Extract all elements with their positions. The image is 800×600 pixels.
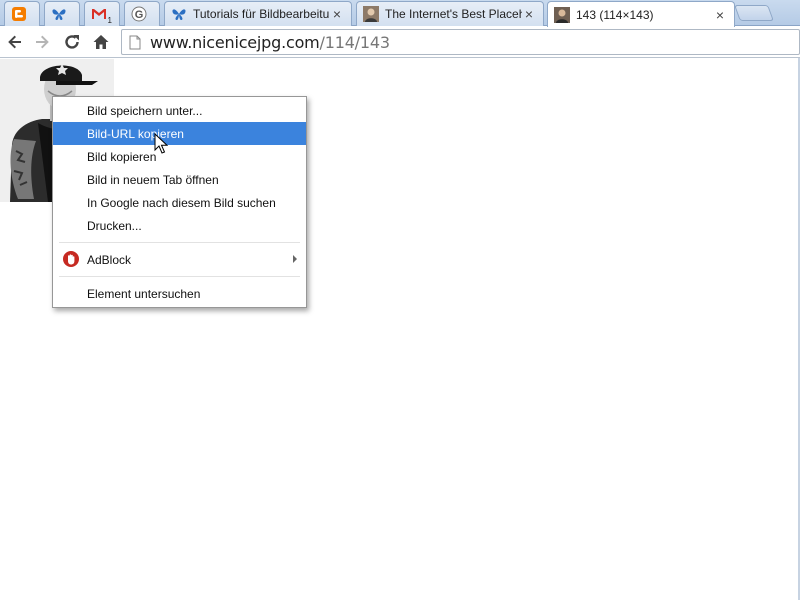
address-bar[interactable]: www.nicenicejpg.com/114/143 bbox=[121, 29, 800, 55]
menu-item-copy-image[interactable]: Bild kopieren bbox=[53, 145, 306, 168]
tab-blogger[interactable] bbox=[4, 1, 40, 26]
forward-button[interactable] bbox=[31, 31, 53, 53]
menu-item-print[interactable]: Drucken... bbox=[53, 214, 306, 237]
close-icon[interactable]: × bbox=[330, 7, 344, 21]
blogger-icon bbox=[11, 6, 27, 22]
page-icon bbox=[128, 34, 142, 50]
home-button[interactable] bbox=[90, 31, 112, 53]
menu-item-label: AdBlock bbox=[87, 252, 132, 267]
back-button[interactable] bbox=[4, 31, 26, 53]
svg-text:G: G bbox=[135, 9, 144, 21]
menu-item-label: In Google nach diesem Bild suchen bbox=[87, 195, 276, 210]
menu-separator bbox=[59, 242, 300, 243]
butterfly-icon bbox=[171, 6, 187, 22]
close-icon[interactable]: × bbox=[522, 7, 536, 21]
url-path: /114/143 bbox=[319, 32, 390, 52]
arrow-right-icon bbox=[36, 35, 49, 49]
tab-google[interactable]: G bbox=[124, 1, 160, 26]
menu-item-label: Bild kopieren bbox=[87, 149, 157, 164]
menu-item-label: Bild-URL kopieren bbox=[87, 126, 184, 141]
url-text: www.nicenicejpg.com/114/143 bbox=[150, 33, 390, 52]
menu-item-inspect-element[interactable]: Element untersuchen bbox=[53, 282, 306, 305]
menu-item-save-image[interactable]: Bild speichern unter... bbox=[53, 99, 306, 122]
adblock-icon bbox=[63, 251, 79, 267]
url-host: www.nicenicejpg.com bbox=[150, 32, 320, 52]
menu-item-label: Bild in neuem Tab öffnen bbox=[87, 172, 219, 187]
tab-butterfly[interactable] bbox=[44, 1, 80, 26]
butterfly-icon bbox=[51, 6, 67, 22]
tab-title: 143 (114×143) bbox=[576, 7, 654, 22]
close-icon[interactable]: × bbox=[713, 8, 727, 22]
submenu-arrow-icon bbox=[293, 255, 297, 263]
tab-strip: 1 G Tutorials für Bildbearbeitu × The In… bbox=[0, 0, 800, 27]
reload-button[interactable] bbox=[61, 31, 83, 53]
menu-item-label: Bild speichern unter... bbox=[87, 103, 203, 118]
menu-item-adblock[interactable]: AdBlock bbox=[53, 248, 306, 271]
tab-gmail[interactable]: 1 bbox=[84, 1, 120, 26]
tab-title: Tutorials für Bildbearbeitu bbox=[193, 7, 330, 21]
new-tab-button[interactable] bbox=[734, 5, 774, 21]
image-thumb-icon bbox=[554, 6, 570, 23]
tab-placeholder[interactable]: The Internet's Best Placeh × bbox=[356, 1, 544, 26]
menu-item-label: Drucken... bbox=[87, 218, 142, 233]
menu-item-search-google-image[interactable]: In Google nach diesem Bild suchen bbox=[53, 191, 306, 214]
google-icon: G bbox=[131, 6, 147, 22]
gmail-badge: 1 bbox=[107, 16, 112, 25]
tab-active-image[interactable]: 143 (114×143) × bbox=[547, 1, 735, 27]
reload-icon bbox=[65, 35, 79, 49]
menu-item-open-image-new-tab[interactable]: Bild in neuem Tab öffnen bbox=[53, 168, 306, 191]
mouse-cursor-icon bbox=[154, 132, 169, 160]
home-icon bbox=[93, 35, 109, 49]
browser-toolbar: www.nicenicejpg.com/114/143 bbox=[0, 26, 800, 58]
avatar-icon bbox=[363, 6, 379, 22]
tab-title: The Internet's Best Placeh bbox=[385, 7, 522, 21]
menu-item-copy-image-url[interactable]: Bild-URL kopieren bbox=[53, 122, 306, 145]
tab-tutorials[interactable]: Tutorials für Bildbearbeitu × bbox=[164, 1, 352, 26]
context-menu: Bild speichern unter... Bild-URL kopiere… bbox=[52, 96, 307, 308]
menu-separator bbox=[59, 276, 300, 277]
gmail-icon: 1 bbox=[91, 6, 112, 25]
menu-item-label: Element untersuchen bbox=[87, 286, 201, 301]
arrow-left-icon bbox=[8, 35, 21, 49]
